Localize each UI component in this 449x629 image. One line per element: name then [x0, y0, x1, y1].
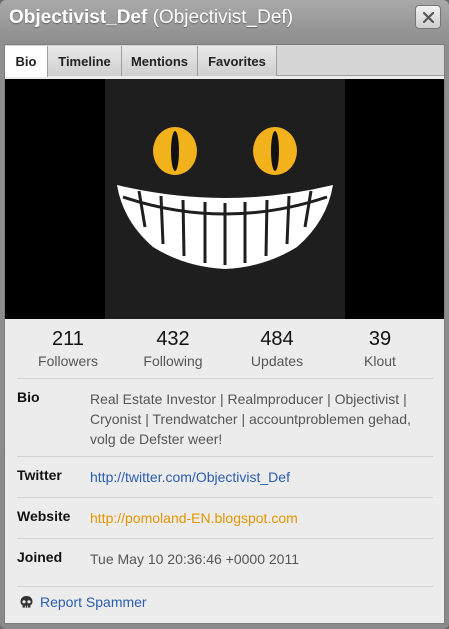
tab-bar: Bio Timeline Mentions Favorites [5, 45, 444, 77]
skull-icon [20, 595, 33, 608]
close-button[interactable] [415, 5, 441, 29]
twitter-link[interactable]: http://twitter.com/Objectivist_Def [90, 467, 430, 487]
followers-label: Followers [38, 353, 98, 369]
divider [17, 586, 433, 587]
bio-row: Bio Real Estate Investor | Realmproducer… [17, 378, 433, 457]
title-bar: Objectivist_Def (Objectivist_Def) [0, 0, 449, 38]
klout-label: Klout [364, 353, 396, 369]
stat-updates[interactable]: 484 Updates [227, 327, 327, 371]
tab-timeline[interactable]: Timeline [48, 46, 122, 76]
followers-count: 211 [52, 328, 84, 350]
profile-window: Objectivist_Def (Objectivist_Def) Bio Ti… [0, 0, 449, 629]
twitter-row: Twitter http://twitter.com/Objectivist_D… [17, 456, 433, 498]
bio-label: Bio [17, 389, 40, 405]
joined-row: Joined Tue May 10 20:36:46 +0000 2011 [17, 538, 433, 587]
stats-bar: 211 Followers 432 Following 484 Updates … [5, 327, 444, 377]
klout-score: 39 [368, 328, 392, 350]
stat-klout[interactable]: 39 Klout [330, 327, 430, 371]
profile-image-area [5, 79, 444, 319]
tab-bio[interactable]: Bio [5, 46, 48, 77]
stat-following[interactable]: 432 Following [123, 327, 223, 371]
report-spammer-button[interactable]: Report Spammer [19, 594, 147, 610]
following-count: 432 [156, 328, 190, 350]
cheshire-cat-avatar [105, 79, 345, 319]
website-link[interactable]: http://pomoland-EN.blogspot.com [90, 508, 430, 528]
updates-label: Updates [250, 353, 304, 369]
website-row: Website http://pomoland-EN.blogspot.com [17, 497, 433, 539]
bio-text: Real Estate Investor | Realmproducer | O… [90, 391, 411, 447]
title-screen-name: (Objectivist_Def) [152, 7, 294, 28]
close-icon [422, 11, 434, 23]
joined-date: Tue May 10 20:36:46 +0000 2011 [90, 551, 299, 567]
website-label: Website [17, 508, 71, 524]
title-username: Objectivist_Def [9, 7, 148, 28]
profile-panel: Bio Timeline Mentions Favorites 211 Foll… [4, 44, 445, 624]
profile-image [105, 79, 345, 319]
following-label: Following [143, 353, 203, 369]
report-spammer-label: Report Spammer [40, 594, 147, 610]
stat-followers[interactable]: 211 Followers [18, 327, 118, 371]
joined-label: Joined [17, 549, 63, 565]
tab-mentions[interactable]: Mentions [122, 46, 198, 76]
updates-count: 484 [260, 328, 294, 350]
twitter-label: Twitter [17, 467, 62, 483]
window-title: Objectivist_Def (Objectivist_Def) [9, 7, 293, 29]
tab-favorites[interactable]: Favorites [198, 46, 277, 76]
